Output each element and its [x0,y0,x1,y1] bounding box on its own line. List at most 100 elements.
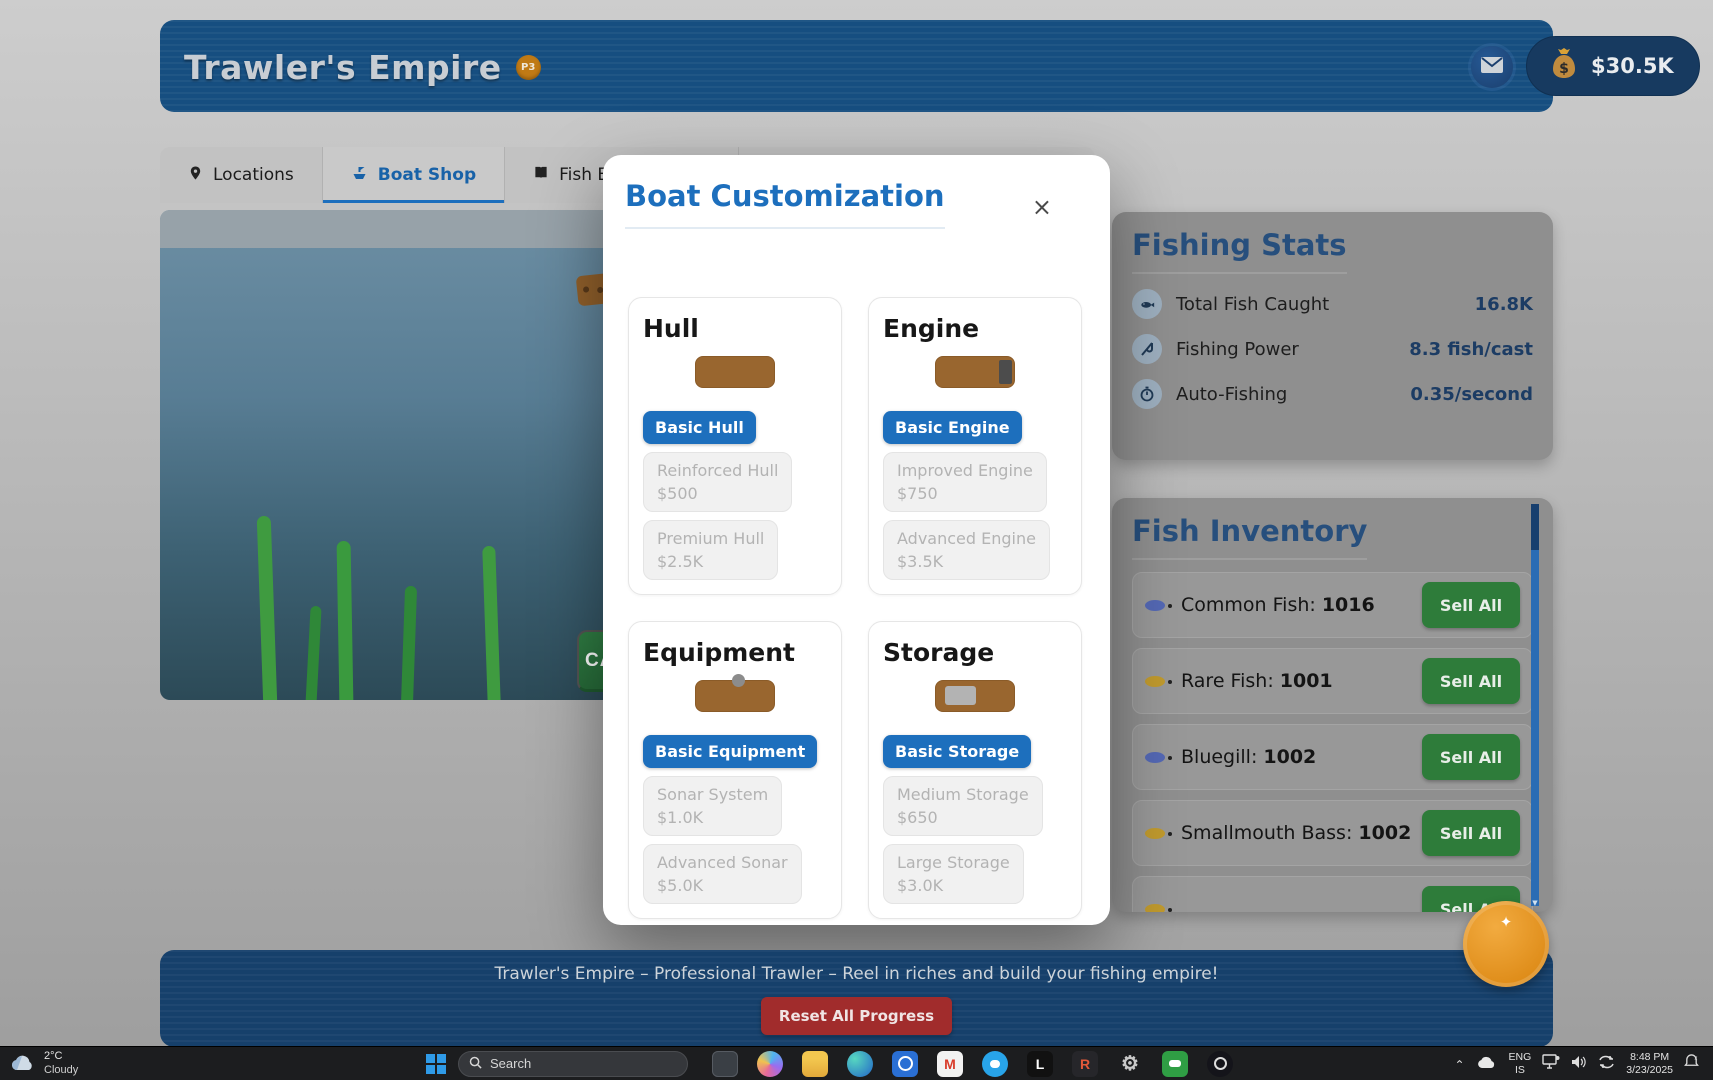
onedrive-cloud-icon[interactable] [1476,1054,1498,1073]
inventory-count: 1001 [1280,670,1333,692]
taskbar-search[interactable] [458,1051,688,1077]
customization-card: Storage Basic Storage Medium Storage $65… [868,621,1082,919]
upgrade-option-button[interactable]: Advanced Sonar $5.0K [643,844,802,904]
boat-customization-modal: Boat Customization × Hull Basic Hull Rei… [603,155,1110,925]
scrollbar-thumb[interactable] [1531,504,1539,550]
upgrade-option-button[interactable]: Advanced Engine $3.5K [883,520,1050,580]
fish-icon [1145,752,1165,763]
taskbar-app-icon[interactable] [1162,1051,1188,1077]
fishing-rod-icon [1139,341,1155,357]
card-title: Storage [883,638,1069,667]
taskbar-app-icon[interactable] [892,1051,918,1077]
stat-label: Auto-Fishing [1176,384,1410,405]
card-title: Engine [883,314,1069,343]
upgrade-name: Large Storage [897,853,1010,872]
taskbar-app-icon[interactable]: ⚙ [1117,1051,1143,1077]
network-sync-icon[interactable] [1598,1054,1615,1073]
stat-icon [1132,379,1162,409]
money-bag-icon: $ [1549,46,1579,86]
notification-bell-icon[interactable]: z [1684,1054,1699,1073]
close-icon[interactable]: × [1032,195,1052,219]
taskbar-app-icon[interactable] [982,1051,1008,1077]
display-connect-icon[interactable] [1542,1054,1560,1073]
stat-value: 8.3 fish/cast [1409,339,1533,360]
kelp-stalk [257,516,278,700]
star-icon: ✦ [1500,913,1513,931]
tab-boat-shop[interactable]: Boat Shop [323,147,505,203]
fish-icon [1139,296,1156,312]
selected-part-button[interactable]: Basic Equipment [643,735,817,768]
money-display: $ $30.5K [1526,36,1700,96]
stopwatch-icon [1139,386,1155,402]
sell-all-button[interactable]: Sell All [1422,810,1520,856]
upgrade-option-button[interactable]: Premium Hull $2.5K [643,520,778,580]
tray-chevron-icon[interactable]: ⌃ [1454,1058,1464,1072]
sell-all-button[interactable]: Sell All [1422,734,1520,780]
taskbar-app-icon[interactable] [757,1051,783,1077]
upgrade-option-button[interactable]: Medium Storage $650 [883,776,1043,836]
clock-date: 3/23/2025 [1626,1064,1673,1077]
start-button[interactable] [426,1054,446,1074]
tab-locations[interactable]: Locations [160,147,323,203]
inventory-row: Sell All [1132,876,1533,912]
map-pin-icon [188,165,203,186]
reset-progress-button[interactable]: Reset All Progress [761,997,952,1035]
equipment-knob [732,674,745,687]
upgrade-name: Medium Storage [897,785,1029,804]
taskbar-app-icon[interactable]: M [937,1051,963,1077]
part-preview [641,667,829,725]
selected-part-button[interactable]: Basic Storage [883,735,1031,768]
sell-all-button[interactable]: Sell All [1422,582,1520,628]
upgrade-price: $1.0K [657,808,768,827]
money-amount: $30.5K [1591,54,1674,78]
fish-inventory-panel: Fish Inventory Common Fish: 1016 Sell Al… [1112,498,1553,912]
customization-card: Engine Basic Engine Improved Engine $750… [868,297,1082,595]
prestige-floating-button[interactable]: ✦ [1463,901,1549,987]
taskbar-app-icon[interactable]: R [1072,1051,1098,1077]
app-header: Trawler's Empire P3 $ $30.5K [160,20,1553,112]
weather-condition: Cloudy [44,1064,78,1077]
stat-value: 0.35/second [1410,384,1533,405]
stat-row: Total Fish Caught 16.8K [1132,289,1533,319]
taskbar-apps: M LR ⚙ [712,1051,1233,1077]
svg-text:z: z [1694,1056,1697,1062]
upgrade-price: $750 [897,484,1033,503]
upgrade-option-button[interactable]: Sonar System $1.0K [643,776,782,836]
footer-tagline: Trawler's Empire – Professional Trawler … [160,950,1553,984]
part-preview [881,343,1069,401]
taskbar-app-icon[interactable] [712,1051,738,1077]
taskbar-weather-widget[interactable]: 2°C Cloudy [10,1050,78,1076]
boat-part-sprite [695,680,775,712]
inventory-label: Rare Fish: 1001 [1181,670,1333,692]
kelp-stalk [482,546,501,700]
fish-icon [1145,828,1165,839]
kelp-stalk [401,586,417,700]
mail-button[interactable] [1471,46,1513,88]
upgrade-option-button[interactable]: Improved Engine $750 [883,452,1047,512]
fishing-stats-title: Fishing Stats [1132,228,1347,274]
stat-label: Total Fish Caught [1176,294,1475,315]
fish-icon [1145,676,1165,687]
upgrade-option-button[interactable]: Reinforced Hull $500 [643,452,792,512]
selected-part-button[interactable]: Basic Engine [883,411,1022,444]
language-indicator[interactable]: ENG IS [1509,1051,1532,1076]
taskbar-app-icon[interactable]: L [1027,1051,1053,1077]
upgrade-price: $3.5K [897,552,1036,571]
taskbar-clock[interactable]: 8:48 PM 3/23/2025 [1626,1051,1673,1076]
card-title: Equipment [643,638,829,667]
search-input[interactable] [490,1056,660,1071]
inventory-scrollbar[interactable]: ▼ [1531,504,1539,906]
boat-part-sprite [935,680,1015,712]
inventory-row: Bluegill: 1002 Sell All [1132,724,1533,790]
taskbar-app-icon[interactable] [802,1051,828,1077]
taskbar-app-icon[interactable] [1207,1051,1233,1077]
taskbar-app-icon[interactable] [847,1051,873,1077]
scrollbar-down-arrow[interactable]: ▼ [1531,899,1539,907]
page-title: Trawler's Empire [184,48,502,87]
speaker-icon[interactable] [1571,1054,1587,1073]
upgrade-option-button[interactable]: Large Storage $3.0K [883,844,1024,904]
sell-all-button[interactable]: Sell All [1422,658,1520,704]
part-preview [881,667,1069,725]
stat-icon [1132,289,1162,319]
selected-part-button[interactable]: Basic Hull [643,411,756,444]
